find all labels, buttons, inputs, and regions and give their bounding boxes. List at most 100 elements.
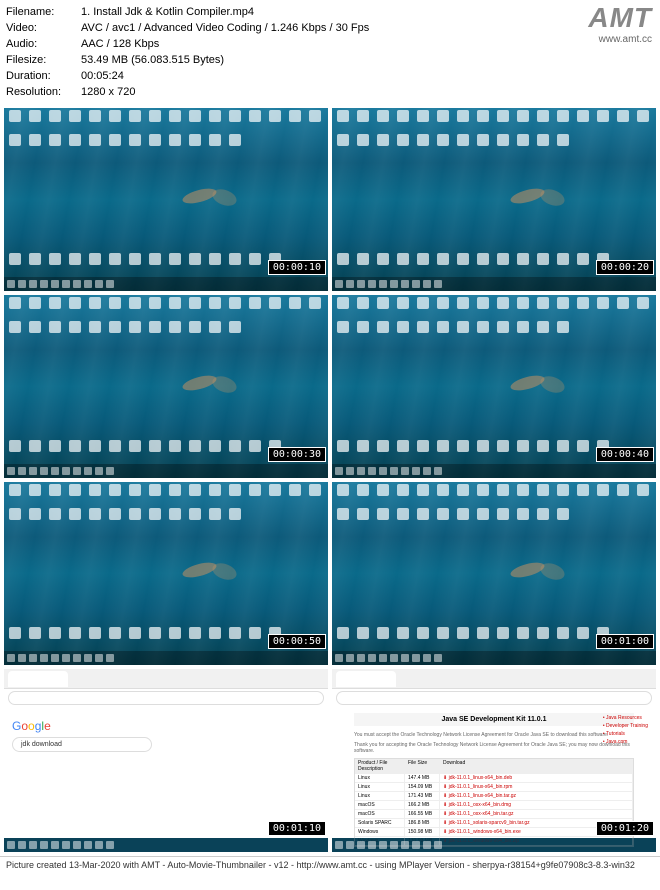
desktop-icon (614, 297, 632, 319)
desktop-icon (6, 321, 24, 343)
desktop-icon (66, 110, 84, 132)
desktop-icons (4, 108, 328, 158)
desktop-icon (474, 321, 492, 343)
desktop-icon (46, 484, 64, 506)
desktop-icon (474, 508, 492, 530)
table-row: Solaris SPARC186.8 MB⬇ jdk-11.0.1_solari… (355, 819, 633, 828)
table-row: Linux147.4 MB⬇ jdk-11.0.1_linux-x64_bin.… (355, 774, 633, 783)
desktop-icon (534, 484, 552, 506)
wallpaper-swimmer (182, 564, 242, 589)
desktop-icon (146, 484, 164, 506)
desktop-icon (226, 110, 244, 132)
wallpaper-swimmer (182, 190, 242, 215)
resolution-value: 1280 x 720 (81, 84, 654, 100)
desktop-icon (106, 110, 124, 132)
timestamp: 00:01:20 (596, 821, 654, 836)
desktop-icon (514, 297, 532, 319)
desktop-icon (6, 297, 24, 319)
timestamp: 00:00:30 (268, 447, 326, 462)
taskbar (332, 277, 656, 291)
desktop-icon (554, 297, 572, 319)
desktop-icon (246, 484, 264, 506)
desktop-icon (286, 297, 304, 319)
desktop-icon (454, 134, 472, 156)
desktop-icon (434, 321, 452, 343)
filesize-label: Filesize: (6, 52, 81, 68)
desktop-icon (394, 484, 412, 506)
desktop-icon (186, 134, 204, 156)
desktop-icon (394, 110, 412, 132)
wallpaper-swimmer (182, 377, 242, 402)
desktop-icon (26, 484, 44, 506)
thumbnail: 00:01:00 (332, 482, 656, 665)
desktop-icon (206, 508, 224, 530)
desktop-icon (26, 508, 44, 530)
desktop-icon (614, 110, 632, 132)
desktop-icon (514, 484, 532, 506)
desktop-icon (614, 484, 632, 506)
desktop-icon (374, 508, 392, 530)
desktop-icon (46, 321, 64, 343)
desktop-icon (554, 110, 572, 132)
desktop-icon (166, 484, 184, 506)
desktop-icon (474, 110, 492, 132)
desktop-icon (514, 110, 532, 132)
desktop-icon (494, 508, 512, 530)
desktop-icon (206, 484, 224, 506)
desktop-icon (394, 321, 412, 343)
desktop-icon (374, 484, 392, 506)
desktop-icon (334, 297, 352, 319)
thumbnail: 00:00:40 (332, 295, 656, 478)
desktop-icons (332, 295, 656, 345)
desktop-icon (226, 134, 244, 156)
desktop-icon (354, 110, 372, 132)
desktop-icon (534, 508, 552, 530)
audio-value: AAC / 128 Kbps (81, 36, 654, 52)
oracle-title: Java SE Development Kit 11.0.1 (354, 713, 634, 726)
desktop-icon (206, 134, 224, 156)
desktop-icon (126, 134, 144, 156)
desktop-icon (286, 484, 304, 506)
table-row: macOS166.2 MB⬇ jdk-11.0.1_osx-x64_bin.dm… (355, 801, 633, 810)
desktop-icon (126, 110, 144, 132)
taskbar (4, 464, 328, 478)
thumbnail: 00:00:30 (4, 295, 328, 478)
desktop-icon (454, 297, 472, 319)
desktop-icon (146, 321, 164, 343)
desktop-icon (46, 297, 64, 319)
desktop-icon (286, 110, 304, 132)
duration-label: Duration: (6, 68, 81, 84)
desktop-icon (86, 321, 104, 343)
desktop-icon (206, 110, 224, 132)
desktop-icon (474, 484, 492, 506)
table-row: macOS166.55 MB⬇ jdk-11.0.1_osx-x64_bin.t… (355, 810, 633, 819)
desktop-icons (4, 295, 328, 345)
desktop-icon (146, 297, 164, 319)
desktop-icon (354, 297, 372, 319)
timestamp: 00:01:00 (596, 634, 654, 649)
desktop-icon (514, 321, 532, 343)
taskbar (4, 651, 328, 665)
desktop-icon (266, 110, 284, 132)
thumbnail-grid: 00:00:1000:00:2000:00:3000:00:4000:00:50… (0, 104, 660, 856)
amt-logo: AMT www.amt.cc (588, 2, 652, 45)
desktop-icon (206, 321, 224, 343)
desktop-icon (594, 484, 612, 506)
desktop-icon (414, 321, 432, 343)
desktop-icon (574, 484, 592, 506)
desktop-icon (146, 508, 164, 530)
desktop-icon (126, 508, 144, 530)
desktop-icon (6, 508, 24, 530)
desktop-icons (332, 482, 656, 532)
video-label: Video: (6, 20, 81, 36)
table-row: Linux171.43 MB⬇ jdk-11.0.1_linux-x64_bin… (355, 792, 633, 801)
desktop-icon (106, 134, 124, 156)
desktop-icon (414, 508, 432, 530)
search-box: jdk download (12, 737, 152, 752)
desktop-icon (46, 134, 64, 156)
timestamp: 00:00:20 (596, 260, 654, 275)
wallpaper-swimmer (510, 564, 570, 589)
desktop-icon (534, 134, 552, 156)
desktop-icon (6, 484, 24, 506)
table-row: Linux154.09 MB⬇ jdk-11.0.1_linux-x64_bin… (355, 783, 633, 792)
